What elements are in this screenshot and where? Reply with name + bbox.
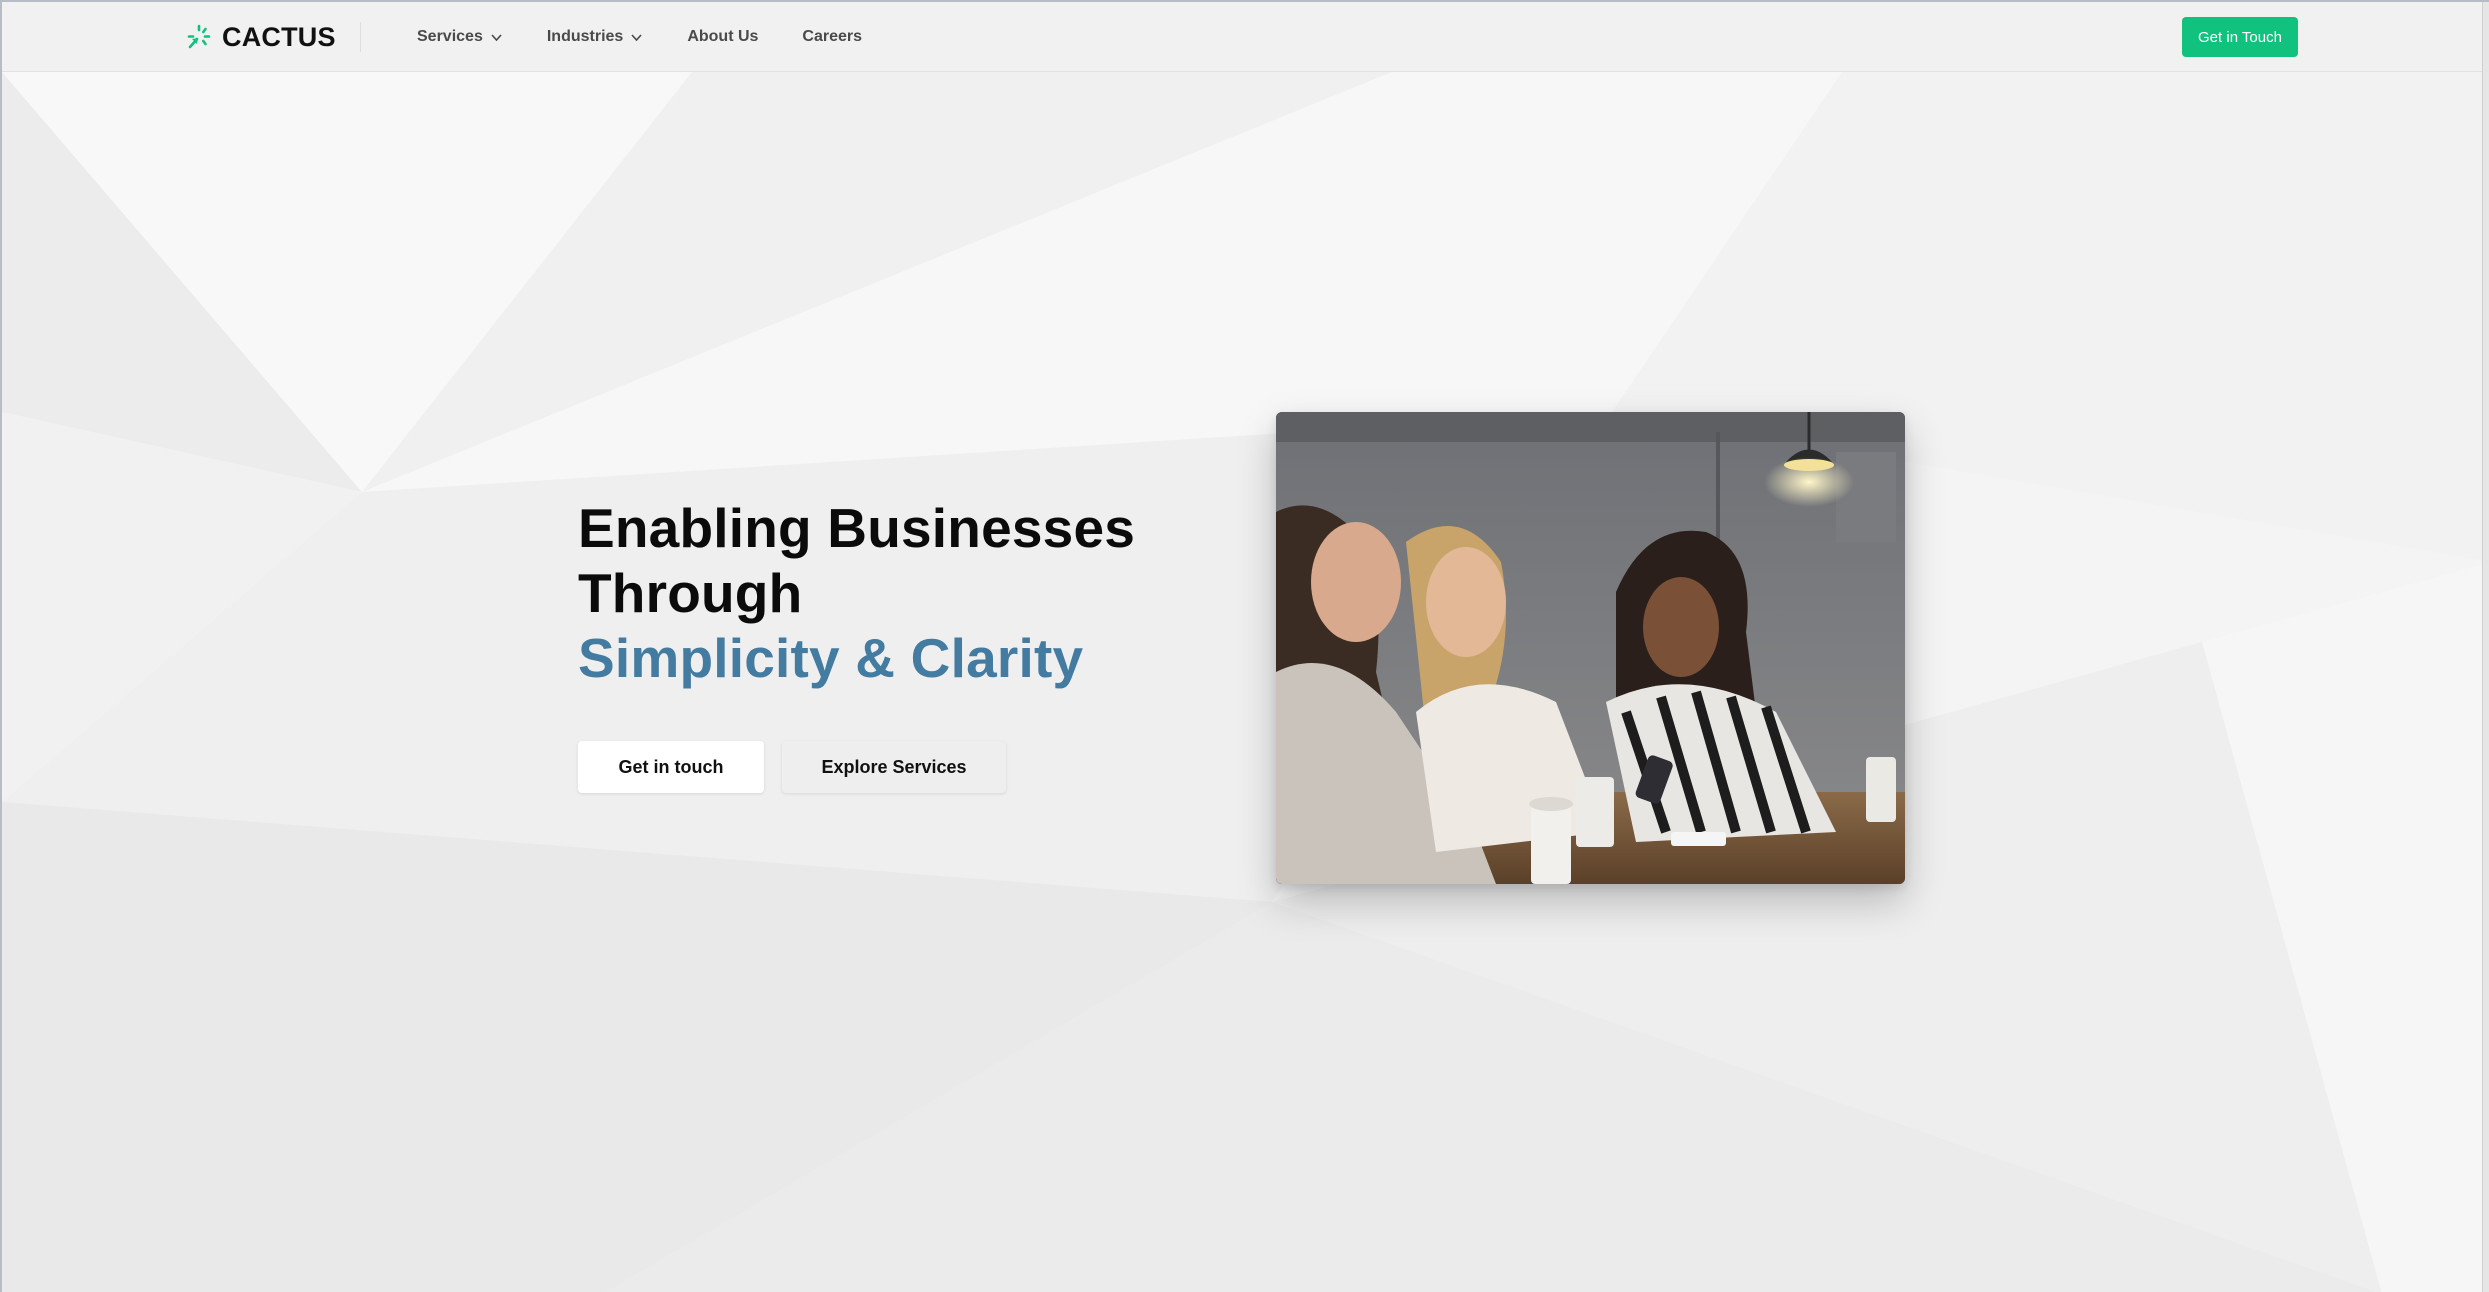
main-navigation: Services Industries About Us Careers bbox=[417, 2, 906, 72]
brand-logo[interactable]: CACTUS bbox=[186, 20, 336, 54]
nav-item-label: Careers bbox=[802, 28, 863, 45]
nav-item-label: Industries bbox=[546, 28, 624, 45]
nav-divider bbox=[360, 22, 361, 52]
page: CACTUS Services Industries About Us Care… bbox=[0, 0, 2489, 1292]
hero-buttons: Get in touch Explore Services bbox=[578, 741, 1006, 793]
cactus-spark-logo-icon bbox=[187, 24, 211, 49]
brand-name: CACTUS bbox=[222, 21, 336, 52]
nav-item-label: About Us bbox=[687, 28, 759, 45]
chevron-down-icon bbox=[491, 33, 502, 41]
get-in-touch-button[interactable]: Get in touch bbox=[578, 741, 764, 793]
hero-title-line-2: Through bbox=[578, 562, 803, 624]
geometric-background bbox=[2, 2, 2489, 1292]
hero-photo-image bbox=[1276, 412, 1905, 884]
hero-title: Enabling Businesses Through Simplicity &… bbox=[578, 496, 1135, 691]
hero-photo bbox=[1276, 412, 1905, 884]
nav-item-careers[interactable]: Careers bbox=[802, 28, 862, 46]
scrollbar[interactable] bbox=[2482, 2, 2489, 1292]
nav-item-services[interactable]: Services bbox=[417, 28, 503, 46]
hero-heading-block: Enabling Businesses Through Simplicity &… bbox=[578, 496, 1135, 691]
nav-item-label: Services bbox=[417, 28, 483, 45]
nav-item-industries[interactable]: Industries bbox=[547, 28, 643, 46]
nav-item-about-us[interactable]: About Us bbox=[687, 28, 758, 46]
hero-title-line-1: Enabling Businesses bbox=[578, 497, 1136, 559]
explore-services-button[interactable]: Explore Services bbox=[782, 741, 1006, 793]
get-in-touch-nav-button[interactable]: Get in Touch bbox=[2182, 17, 2298, 57]
chevron-down-icon bbox=[631, 33, 642, 41]
top-navbar: CACTUS Services Industries About Us Care… bbox=[2, 2, 2489, 72]
hero-title-accent: Simplicity & Clarity bbox=[578, 627, 1084, 689]
